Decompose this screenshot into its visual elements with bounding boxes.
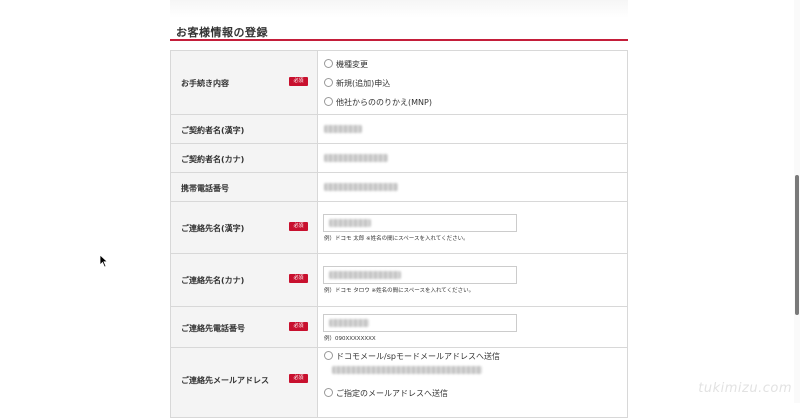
scrollbar[interactable] <box>794 0 800 403</box>
watermark: tukimizu.com <box>698 381 792 396</box>
radio-button[interactable] <box>324 388 333 397</box>
radio-button[interactable] <box>324 78 333 87</box>
label-cell: ご契約者名(カナ) <box>170 143 318 173</box>
required-badge: 必須 <box>289 322 308 331</box>
radio-button[interactable] <box>324 59 333 68</box>
radio-option-model-change[interactable]: 機種変更 <box>324 59 368 70</box>
radio-option-docomo-mail[interactable]: ドコモメール/spモードメールアドレスへ送信 <box>324 351 500 362</box>
registration-form-panel: お客様情報の登録 お手続き内容 必須 機種変更 新規(追加)申込 他社からののり… <box>170 0 628 418</box>
value-cell <box>317 172 628 202</box>
radio-label: ドコモメール/spモードメールアドレスへ送信 <box>336 352 500 361</box>
radio-label: 他社からののりかえ(MNP) <box>336 98 432 107</box>
value-cell <box>317 143 628 173</box>
row-procedure: お手続き内容 必須 機種変更 新規(追加)申込 他社からののりかえ(MNP) <box>170 50 628 115</box>
row-contact-kanji: ご連絡先名(漢字) 必須 例）ドコモ 太郎 ※姓名の間にスペースを入れてください… <box>170 201 628 254</box>
contact-email-label: ご連絡先メールアドレス <box>181 376 269 385</box>
label-cell: ご連絡先名(カナ) 必須 <box>170 253 318 307</box>
value-cell: 例）ドコモ 太郎 ※姓名の間にスペースを入れてください。 <box>317 201 628 254</box>
contact-phone-label: ご連絡先電話番号 <box>181 324 245 333</box>
radio-label: ご指定のメールアドレスへ送信 <box>336 389 448 398</box>
blurred-value <box>332 366 482 374</box>
blurred-value <box>324 183 398 191</box>
row-contact-phone: ご連絡先電話番号 必須 例）090XXXXXXXX <box>170 306 628 348</box>
row-contractor-kana: ご契約者名(カナ) <box>170 143 628 173</box>
label-cell: 携帯電話番号 <box>170 172 318 202</box>
contact-kanji-label: ご連絡先名(漢字) <box>181 224 245 233</box>
title-underline <box>170 39 628 41</box>
contractor-kanji-label: ご契約者名(漢字) <box>181 126 245 135</box>
radio-button[interactable] <box>324 351 333 360</box>
contact-kana-label: ご連絡先名(カナ) <box>181 276 245 285</box>
contact-kana-hint: 例）ドコモ タロウ ※姓名の間にスペースを入れてください。 <box>324 288 475 294</box>
contact-phone-input[interactable] <box>323 314 517 332</box>
top-fade <box>170 0 628 18</box>
label-cell: ご連絡先名(漢字) 必須 <box>170 201 318 254</box>
value-cell <box>317 114 628 144</box>
required-badge: 必須 <box>289 274 308 283</box>
customer-info-table: お手続き内容 必須 機種変更 新規(追加)申込 他社からののりかえ(MNP) ご… <box>170 50 628 418</box>
row-mobile-number: 携帯電話番号 <box>170 172 628 202</box>
contractor-kana-label: ご契約者名(カナ) <box>181 155 245 164</box>
mobile-number-label: 携帯電話番号 <box>181 184 229 193</box>
row-contact-email: ご連絡先メールアドレス 必須 ドコモメール/spモードメールアドレスへ送信 ご指… <box>170 347 628 418</box>
contact-kanji-input[interactable] <box>323 214 517 232</box>
mouse-cursor-icon <box>99 254 109 268</box>
radio-label: 機種変更 <box>336 60 368 69</box>
value-cell: ドコモメール/spモードメールアドレスへ送信 ご指定のメールアドレスへ送信 <box>317 347 628 418</box>
blurred-value <box>329 271 401 279</box>
blurred-value <box>324 154 388 162</box>
radio-option-mnp[interactable]: 他社からののりかえ(MNP) <box>324 97 432 108</box>
blurred-value <box>329 219 371 227</box>
contact-phone-hint: 例）090XXXXXXXX <box>324 336 376 342</box>
required-badge: 必須 <box>289 77 308 86</box>
required-badge: 必須 <box>289 374 308 383</box>
blurred-value <box>324 125 362 133</box>
section-title: お客様情報の登録 <box>176 26 268 39</box>
label-cell: お手続き内容 必須 <box>170 50 318 115</box>
radio-option-specified-mail[interactable]: ご指定のメールアドレスへ送信 <box>324 388 448 399</box>
scrollbar-thumb[interactable] <box>795 175 799 315</box>
required-badge: 必須 <box>289 222 308 231</box>
value-cell: 例）090XXXXXXXX <box>317 306 628 348</box>
radio-label: 新規(追加)申込 <box>336 79 391 88</box>
contact-kanji-hint: 例）ドコモ 太郎 ※姓名の間にスペースを入れてください。 <box>324 236 469 242</box>
row-contractor-kanji: ご契約者名(漢字) <box>170 114 628 144</box>
procedure-label: お手続き内容 <box>181 79 229 88</box>
value-cell: 機種変更 新規(追加)申込 他社からののりかえ(MNP) <box>317 50 628 115</box>
blurred-value <box>329 319 369 327</box>
contact-kana-input[interactable] <box>323 266 517 284</box>
label-cell: ご連絡先メールアドレス 必須 <box>170 347 318 418</box>
radio-button[interactable] <box>324 97 333 106</box>
label-cell: ご契約者名(漢字) <box>170 114 318 144</box>
value-cell: 例）ドコモ タロウ ※姓名の間にスペースを入れてください。 <box>317 253 628 307</box>
radio-option-new[interactable]: 新規(追加)申込 <box>324 78 390 89</box>
label-cell: ご連絡先電話番号 必須 <box>170 306 318 348</box>
row-contact-kana: ご連絡先名(カナ) 必須 例）ドコモ タロウ ※姓名の間にスペースを入れてくださ… <box>170 253 628 307</box>
